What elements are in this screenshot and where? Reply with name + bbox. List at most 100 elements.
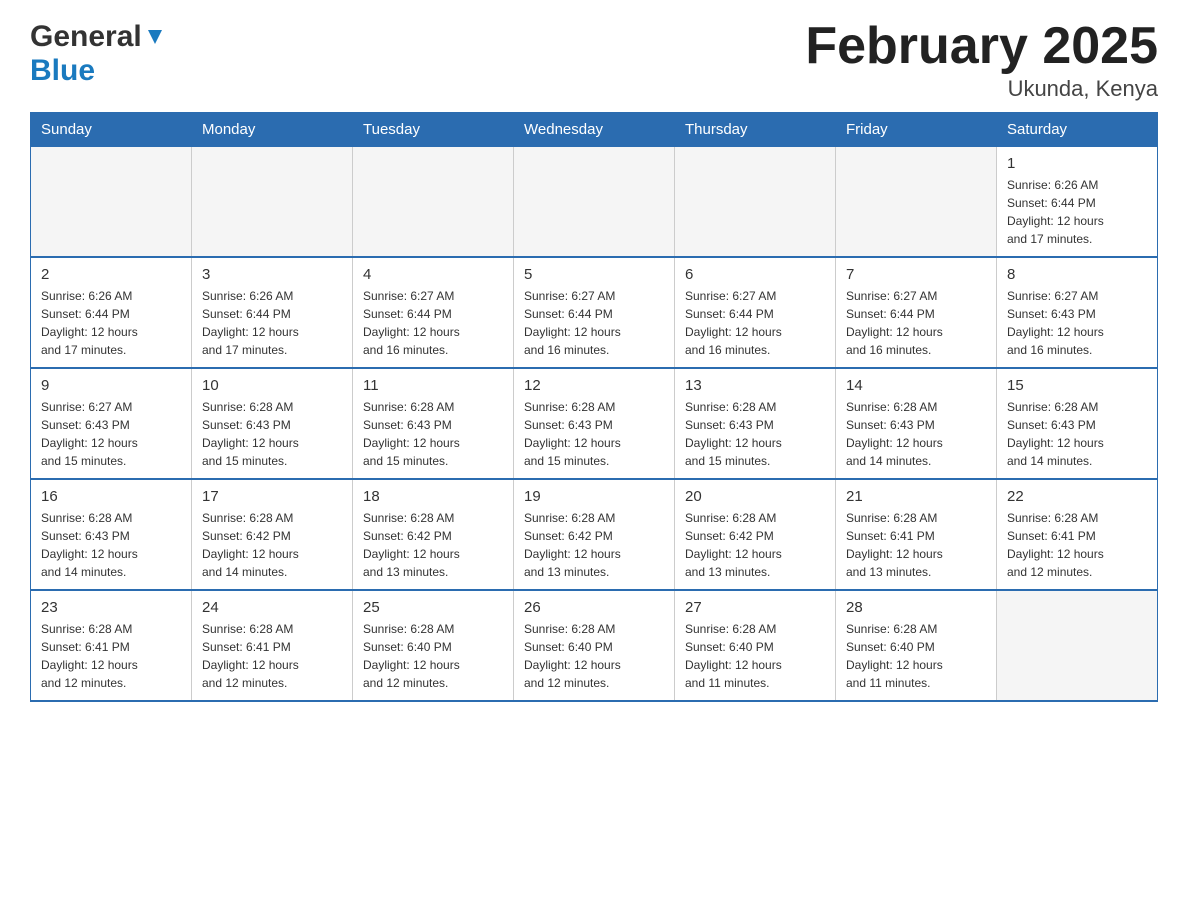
day-info: Sunrise: 6:28 AM Sunset: 6:43 PM Dayligh… — [202, 398, 342, 470]
day-info: Sunrise: 6:28 AM Sunset: 6:43 PM Dayligh… — [524, 398, 664, 470]
day-number: 6 — [685, 266, 825, 283]
day-info: Sunrise: 6:28 AM Sunset: 6:40 PM Dayligh… — [846, 620, 986, 692]
day-number: 24 — [202, 599, 342, 616]
day-info: Sunrise: 6:28 AM Sunset: 6:40 PM Dayligh… — [685, 620, 825, 692]
day-number: 18 — [363, 488, 503, 505]
col-thursday: Thursday — [675, 113, 836, 147]
day-info: Sunrise: 6:28 AM Sunset: 6:41 PM Dayligh… — [202, 620, 342, 692]
calendar-day-cell: 18 Sunrise: 6:28 AM Sunset: 6:42 PM Dayli… — [353, 479, 514, 590]
day-info: Sunrise: 6:28 AM Sunset: 6:42 PM Dayligh… — [685, 509, 825, 581]
day-info: Sunrise: 6:27 AM Sunset: 6:44 PM Dayligh… — [846, 287, 986, 359]
logo-blue-text: Blue — [30, 54, 95, 88]
day-info: Sunrise: 6:27 AM Sunset: 6:44 PM Dayligh… — [524, 287, 664, 359]
calendar-day-cell — [997, 590, 1158, 701]
page-header: General Blue February 2025 Ukunda, Kenya — [30, 20, 1158, 102]
day-number: 14 — [846, 377, 986, 394]
calendar-day-cell: 25Sunrise: 6:28 AM Sunset: 6:40 PM Dayli… — [353, 590, 514, 701]
day-info: Sunrise: 6:28 AM Sunset: 6:43 PM Dayligh… — [846, 398, 986, 470]
calendar-day-cell: 9 Sunrise: 6:27 AM Sunset: 6:43 PM Daylig… — [31, 368, 192, 479]
calendar-day-cell: 3 Sunrise: 6:26 AM Sunset: 6:44 PM Daylig… — [192, 257, 353, 368]
calendar-day-cell: 10 Sunrise: 6:28 AM Sunset: 6:43 PM Dayli… — [192, 368, 353, 479]
logo-arrow-icon — [144, 26, 166, 48]
calendar-day-cell: 4 Sunrise: 6:27 AM Sunset: 6:44 PM Daylig… — [353, 257, 514, 368]
calendar-day-cell — [836, 147, 997, 258]
calendar-week-row: 23 Sunrise: 6:28 AM Sunset: 6:41 PM Dayli… — [31, 590, 1158, 701]
calendar-day-cell — [514, 147, 675, 258]
day-number: 13 — [685, 377, 825, 394]
header-row: Sunday Monday Tuesday Wednesday Thursday… — [31, 113, 1158, 147]
calendar-week-row: 2 Sunrise: 6:26 AM Sunset: 6:44 PM Daylig… — [31, 257, 1158, 368]
calendar-day-cell: 15Sunrise: 6:28 AM Sunset: 6:43 PM Dayli… — [997, 368, 1158, 479]
day-number: 26 — [524, 599, 664, 616]
day-info: Sunrise: 6:28 AM Sunset: 6:40 PM Dayligh… — [524, 620, 664, 692]
day-info: Sunrise: 6:27 AM Sunset: 6:44 PM Dayligh… — [363, 287, 503, 359]
day-info: Sunrise: 6:27 AM Sunset: 6:43 PM Dayligh… — [41, 398, 181, 470]
day-number: 19 — [524, 488, 664, 505]
day-number: 5 — [524, 266, 664, 283]
day-info: Sunrise: 6:28 AM Sunset: 6:41 PM Dayligh… — [1007, 509, 1147, 581]
day-number: 10 — [202, 377, 342, 394]
location-text: Ukunda, Kenya — [805, 76, 1158, 102]
calendar-header: Sunday Monday Tuesday Wednesday Thursday… — [31, 113, 1158, 147]
calendar-table: Sunday Monday Tuesday Wednesday Thursday… — [30, 112, 1158, 702]
day-info: Sunrise: 6:28 AM Sunset: 6:41 PM Dayligh… — [846, 509, 986, 581]
day-info: Sunrise: 6:28 AM Sunset: 6:41 PM Dayligh… — [41, 620, 181, 692]
calendar-day-cell: 24 Sunrise: 6:28 AM Sunset: 6:41 PM Dayli… — [192, 590, 353, 701]
logo-general-text: General — [30, 20, 142, 54]
calendar-day-cell: 27Sunrise: 6:28 AM Sunset: 6:40 PM Dayli… — [675, 590, 836, 701]
day-number: 12 — [524, 377, 664, 394]
calendar-day-cell: 13Sunrise: 6:28 AM Sunset: 6:43 PM Dayli… — [675, 368, 836, 479]
logo: General Blue — [30, 20, 166, 88]
day-info: Sunrise: 6:26 AM Sunset: 6:44 PM Dayligh… — [41, 287, 181, 359]
day-info: Sunrise: 6:28 AM Sunset: 6:42 PM Dayligh… — [524, 509, 664, 581]
col-friday: Friday — [836, 113, 997, 147]
calendar-day-cell: 19 Sunrise: 6:28 AM Sunset: 6:42 PM Dayli… — [514, 479, 675, 590]
day-info: Sunrise: 6:26 AM Sunset: 6:44 PM Dayligh… — [1007, 176, 1147, 248]
col-saturday: Saturday — [997, 113, 1158, 147]
col-tuesday: Tuesday — [353, 113, 514, 147]
day-number: 4 — [363, 266, 503, 283]
calendar-day-cell: 23 Sunrise: 6:28 AM Sunset: 6:41 PM Dayli… — [31, 590, 192, 701]
day-number: 25 — [363, 599, 503, 616]
day-info: Sunrise: 6:27 AM Sunset: 6:43 PM Dayligh… — [1007, 287, 1147, 359]
month-title: February 2025 — [805, 20, 1158, 72]
day-info: Sunrise: 6:28 AM Sunset: 6:43 PM Dayligh… — [363, 398, 503, 470]
day-number: 3 — [202, 266, 342, 283]
calendar-day-cell: 28Sunrise: 6:28 AM Sunset: 6:40 PM Dayli… — [836, 590, 997, 701]
calendar-body: 1Sunrise: 6:26 AM Sunset: 6:44 PM Daylig… — [31, 147, 1158, 702]
calendar-day-cell: 16Sunrise: 6:28 AM Sunset: 6:43 PM Dayli… — [31, 479, 192, 590]
calendar-day-cell — [31, 147, 192, 258]
col-monday: Monday — [192, 113, 353, 147]
day-number: 11 — [363, 377, 503, 394]
calendar-day-cell: 20 Sunrise: 6:28 AM Sunset: 6:42 PM Dayli… — [675, 479, 836, 590]
day-number: 9 — [41, 377, 181, 394]
day-number: 17 — [202, 488, 342, 505]
calendar-day-cell: 14 Sunrise: 6:28 AM Sunset: 6:43 PM Dayli… — [836, 368, 997, 479]
day-number: 23 — [41, 599, 181, 616]
calendar-day-cell: 6Sunrise: 6:27 AM Sunset: 6:44 PM Daylig… — [675, 257, 836, 368]
day-info: Sunrise: 6:28 AM Sunset: 6:42 PM Dayligh… — [202, 509, 342, 581]
day-number: 21 — [846, 488, 986, 505]
calendar-day-cell — [353, 147, 514, 258]
calendar-day-cell: 2 Sunrise: 6:26 AM Sunset: 6:44 PM Daylig… — [31, 257, 192, 368]
day-number: 16 — [41, 488, 181, 505]
calendar-day-cell: 22 Sunrise: 6:28 AM Sunset: 6:41 PM Dayli… — [997, 479, 1158, 590]
calendar-day-cell: 26 Sunrise: 6:28 AM Sunset: 6:40 PM Dayli… — [514, 590, 675, 701]
day-number: 22 — [1007, 488, 1147, 505]
calendar-day-cell: 5 Sunrise: 6:27 AM Sunset: 6:44 PM Daylig… — [514, 257, 675, 368]
day-info: Sunrise: 6:26 AM Sunset: 6:44 PM Dayligh… — [202, 287, 342, 359]
day-number: 20 — [685, 488, 825, 505]
calendar-day-cell: 17 Sunrise: 6:28 AM Sunset: 6:42 PM Dayli… — [192, 479, 353, 590]
day-info: Sunrise: 6:28 AM Sunset: 6:43 PM Dayligh… — [1007, 398, 1147, 470]
day-number: 7 — [846, 266, 986, 283]
calendar-day-cell: 11 Sunrise: 6:28 AM Sunset: 6:43 PM Dayli… — [353, 368, 514, 479]
calendar-day-cell: 8Sunrise: 6:27 AM Sunset: 6:43 PM Daylig… — [997, 257, 1158, 368]
calendar-day-cell: 21 Sunrise: 6:28 AM Sunset: 6:41 PM Dayli… — [836, 479, 997, 590]
calendar-day-cell — [192, 147, 353, 258]
day-info: Sunrise: 6:28 AM Sunset: 6:42 PM Dayligh… — [363, 509, 503, 581]
calendar-week-row: 1Sunrise: 6:26 AM Sunset: 6:44 PM Daylig… — [31, 147, 1158, 258]
col-sunday: Sunday — [31, 113, 192, 147]
day-number: 2 — [41, 266, 181, 283]
calendar-day-cell: 7 Sunrise: 6:27 AM Sunset: 6:44 PM Daylig… — [836, 257, 997, 368]
col-wednesday: Wednesday — [514, 113, 675, 147]
